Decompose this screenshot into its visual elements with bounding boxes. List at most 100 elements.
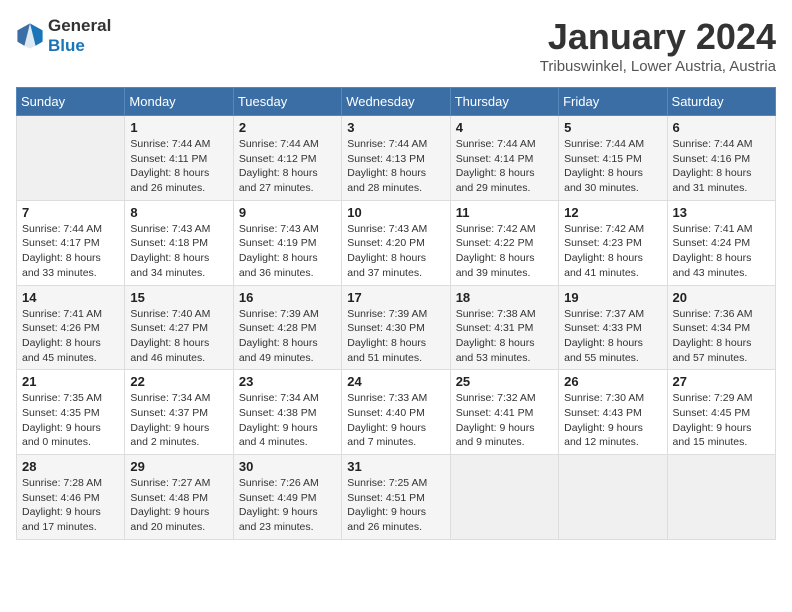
day-number: 1 bbox=[130, 120, 227, 135]
day-cell bbox=[559, 455, 667, 540]
week-row-3: 14 Sunrise: 7:41 AMSunset: 4:26 PMDaylig… bbox=[17, 285, 776, 370]
day-info: Sunrise: 7:37 AMSunset: 4:33 PMDaylight:… bbox=[564, 307, 661, 366]
calendar-header-row: SundayMondayTuesdayWednesdayThursdayFrid… bbox=[17, 88, 776, 116]
day-number: 7 bbox=[22, 205, 119, 220]
day-cell: 17 Sunrise: 7:39 AMSunset: 4:30 PMDaylig… bbox=[342, 285, 450, 370]
day-number: 23 bbox=[239, 374, 336, 389]
day-info: Sunrise: 7:29 AMSunset: 4:45 PMDaylight:… bbox=[673, 391, 770, 450]
logo-icon bbox=[16, 22, 44, 50]
day-info: Sunrise: 7:26 AMSunset: 4:49 PMDaylight:… bbox=[239, 476, 336, 535]
day-info: Sunrise: 7:41 AMSunset: 4:26 PMDaylight:… bbox=[22, 307, 119, 366]
page-header: General Blue January 2024 Tribuswinkel, … bbox=[16, 16, 776, 75]
header-sunday: Sunday bbox=[17, 88, 125, 116]
day-cell: 18 Sunrise: 7:38 AMSunset: 4:31 PMDaylig… bbox=[450, 285, 558, 370]
day-number: 18 bbox=[456, 290, 553, 305]
day-cell bbox=[667, 455, 775, 540]
day-cell: 7 Sunrise: 7:44 AMSunset: 4:17 PMDayligh… bbox=[17, 200, 125, 285]
day-number: 22 bbox=[130, 374, 227, 389]
month-title: January 2024 bbox=[540, 16, 776, 58]
logo: General Blue bbox=[16, 16, 111, 56]
day-cell: 24 Sunrise: 7:33 AMSunset: 4:40 PMDaylig… bbox=[342, 370, 450, 455]
header-wednesday: Wednesday bbox=[342, 88, 450, 116]
day-info: Sunrise: 7:34 AMSunset: 4:37 PMDaylight:… bbox=[130, 391, 227, 450]
day-number: 25 bbox=[456, 374, 553, 389]
day-number: 31 bbox=[347, 459, 444, 474]
day-cell: 20 Sunrise: 7:36 AMSunset: 4:34 PMDaylig… bbox=[667, 285, 775, 370]
week-row-4: 21 Sunrise: 7:35 AMSunset: 4:35 PMDaylig… bbox=[17, 370, 776, 455]
day-info: Sunrise: 7:44 AMSunset: 4:17 PMDaylight:… bbox=[22, 222, 119, 281]
day-cell: 1 Sunrise: 7:44 AMSunset: 4:11 PMDayligh… bbox=[125, 116, 233, 201]
day-number: 19 bbox=[564, 290, 661, 305]
day-number: 9 bbox=[239, 205, 336, 220]
day-cell: 3 Sunrise: 7:44 AMSunset: 4:13 PMDayligh… bbox=[342, 116, 450, 201]
calendar-table: SundayMondayTuesdayWednesdayThursdayFrid… bbox=[16, 87, 776, 540]
day-number: 21 bbox=[22, 374, 119, 389]
day-cell: 27 Sunrise: 7:29 AMSunset: 4:45 PMDaylig… bbox=[667, 370, 775, 455]
day-number: 26 bbox=[564, 374, 661, 389]
day-cell: 4 Sunrise: 7:44 AMSunset: 4:14 PMDayligh… bbox=[450, 116, 558, 201]
day-number: 29 bbox=[130, 459, 227, 474]
day-info: Sunrise: 7:38 AMSunset: 4:31 PMDaylight:… bbox=[456, 307, 553, 366]
day-number: 4 bbox=[456, 120, 553, 135]
day-cell: 11 Sunrise: 7:42 AMSunset: 4:22 PMDaylig… bbox=[450, 200, 558, 285]
day-number: 20 bbox=[673, 290, 770, 305]
day-cell: 8 Sunrise: 7:43 AMSunset: 4:18 PMDayligh… bbox=[125, 200, 233, 285]
day-info: Sunrise: 7:41 AMSunset: 4:24 PMDaylight:… bbox=[673, 222, 770, 281]
day-number: 3 bbox=[347, 120, 444, 135]
day-number: 11 bbox=[456, 205, 553, 220]
day-info: Sunrise: 7:33 AMSunset: 4:40 PMDaylight:… bbox=[347, 391, 444, 450]
day-cell: 29 Sunrise: 7:27 AMSunset: 4:48 PMDaylig… bbox=[125, 455, 233, 540]
day-number: 8 bbox=[130, 205, 227, 220]
day-cell: 23 Sunrise: 7:34 AMSunset: 4:38 PMDaylig… bbox=[233, 370, 341, 455]
day-cell: 28 Sunrise: 7:28 AMSunset: 4:46 PMDaylig… bbox=[17, 455, 125, 540]
day-number: 12 bbox=[564, 205, 661, 220]
day-info: Sunrise: 7:42 AMSunset: 4:22 PMDaylight:… bbox=[456, 222, 553, 281]
header-saturday: Saturday bbox=[667, 88, 775, 116]
day-info: Sunrise: 7:39 AMSunset: 4:30 PMDaylight:… bbox=[347, 307, 444, 366]
header-thursday: Thursday bbox=[450, 88, 558, 116]
day-cell: 31 Sunrise: 7:25 AMSunset: 4:51 PMDaylig… bbox=[342, 455, 450, 540]
day-cell: 10 Sunrise: 7:43 AMSunset: 4:20 PMDaylig… bbox=[342, 200, 450, 285]
day-info: Sunrise: 7:44 AMSunset: 4:11 PMDaylight:… bbox=[130, 137, 227, 196]
day-info: Sunrise: 7:32 AMSunset: 4:41 PMDaylight:… bbox=[456, 391, 553, 450]
day-cell: 25 Sunrise: 7:32 AMSunset: 4:41 PMDaylig… bbox=[450, 370, 558, 455]
day-number: 15 bbox=[130, 290, 227, 305]
day-cell bbox=[17, 116, 125, 201]
day-info: Sunrise: 7:43 AMSunset: 4:18 PMDaylight:… bbox=[130, 222, 227, 281]
day-cell: 12 Sunrise: 7:42 AMSunset: 4:23 PMDaylig… bbox=[559, 200, 667, 285]
day-cell: 6 Sunrise: 7:44 AMSunset: 4:16 PMDayligh… bbox=[667, 116, 775, 201]
day-cell: 26 Sunrise: 7:30 AMSunset: 4:43 PMDaylig… bbox=[559, 370, 667, 455]
day-number: 27 bbox=[673, 374, 770, 389]
header-tuesday: Tuesday bbox=[233, 88, 341, 116]
week-row-5: 28 Sunrise: 7:28 AMSunset: 4:46 PMDaylig… bbox=[17, 455, 776, 540]
day-cell: 19 Sunrise: 7:37 AMSunset: 4:33 PMDaylig… bbox=[559, 285, 667, 370]
day-number: 2 bbox=[239, 120, 336, 135]
day-info: Sunrise: 7:43 AMSunset: 4:20 PMDaylight:… bbox=[347, 222, 444, 281]
day-info: Sunrise: 7:25 AMSunset: 4:51 PMDaylight:… bbox=[347, 476, 444, 535]
day-number: 6 bbox=[673, 120, 770, 135]
day-number: 30 bbox=[239, 459, 336, 474]
title-block: January 2024 Tribuswinkel, Lower Austria… bbox=[540, 16, 776, 75]
day-info: Sunrise: 7:44 AMSunset: 4:12 PMDaylight:… bbox=[239, 137, 336, 196]
day-info: Sunrise: 7:44 AMSunset: 4:13 PMDaylight:… bbox=[347, 137, 444, 196]
day-number: 14 bbox=[22, 290, 119, 305]
location-subtitle: Tribuswinkel, Lower Austria, Austria bbox=[540, 58, 776, 75]
day-info: Sunrise: 7:35 AMSunset: 4:35 PMDaylight:… bbox=[22, 391, 119, 450]
day-number: 28 bbox=[22, 459, 119, 474]
day-cell: 21 Sunrise: 7:35 AMSunset: 4:35 PMDaylig… bbox=[17, 370, 125, 455]
day-info: Sunrise: 7:39 AMSunset: 4:28 PMDaylight:… bbox=[239, 307, 336, 366]
day-info: Sunrise: 7:28 AMSunset: 4:46 PMDaylight:… bbox=[22, 476, 119, 535]
day-number: 17 bbox=[347, 290, 444, 305]
day-cell: 14 Sunrise: 7:41 AMSunset: 4:26 PMDaylig… bbox=[17, 285, 125, 370]
day-cell: 16 Sunrise: 7:39 AMSunset: 4:28 PMDaylig… bbox=[233, 285, 341, 370]
day-info: Sunrise: 7:34 AMSunset: 4:38 PMDaylight:… bbox=[239, 391, 336, 450]
day-cell: 15 Sunrise: 7:40 AMSunset: 4:27 PMDaylig… bbox=[125, 285, 233, 370]
day-cell bbox=[450, 455, 558, 540]
day-cell: 2 Sunrise: 7:44 AMSunset: 4:12 PMDayligh… bbox=[233, 116, 341, 201]
logo-text: General Blue bbox=[48, 16, 111, 56]
day-cell: 30 Sunrise: 7:26 AMSunset: 4:49 PMDaylig… bbox=[233, 455, 341, 540]
day-cell: 13 Sunrise: 7:41 AMSunset: 4:24 PMDaylig… bbox=[667, 200, 775, 285]
day-number: 10 bbox=[347, 205, 444, 220]
week-row-2: 7 Sunrise: 7:44 AMSunset: 4:17 PMDayligh… bbox=[17, 200, 776, 285]
day-info: Sunrise: 7:44 AMSunset: 4:14 PMDaylight:… bbox=[456, 137, 553, 196]
